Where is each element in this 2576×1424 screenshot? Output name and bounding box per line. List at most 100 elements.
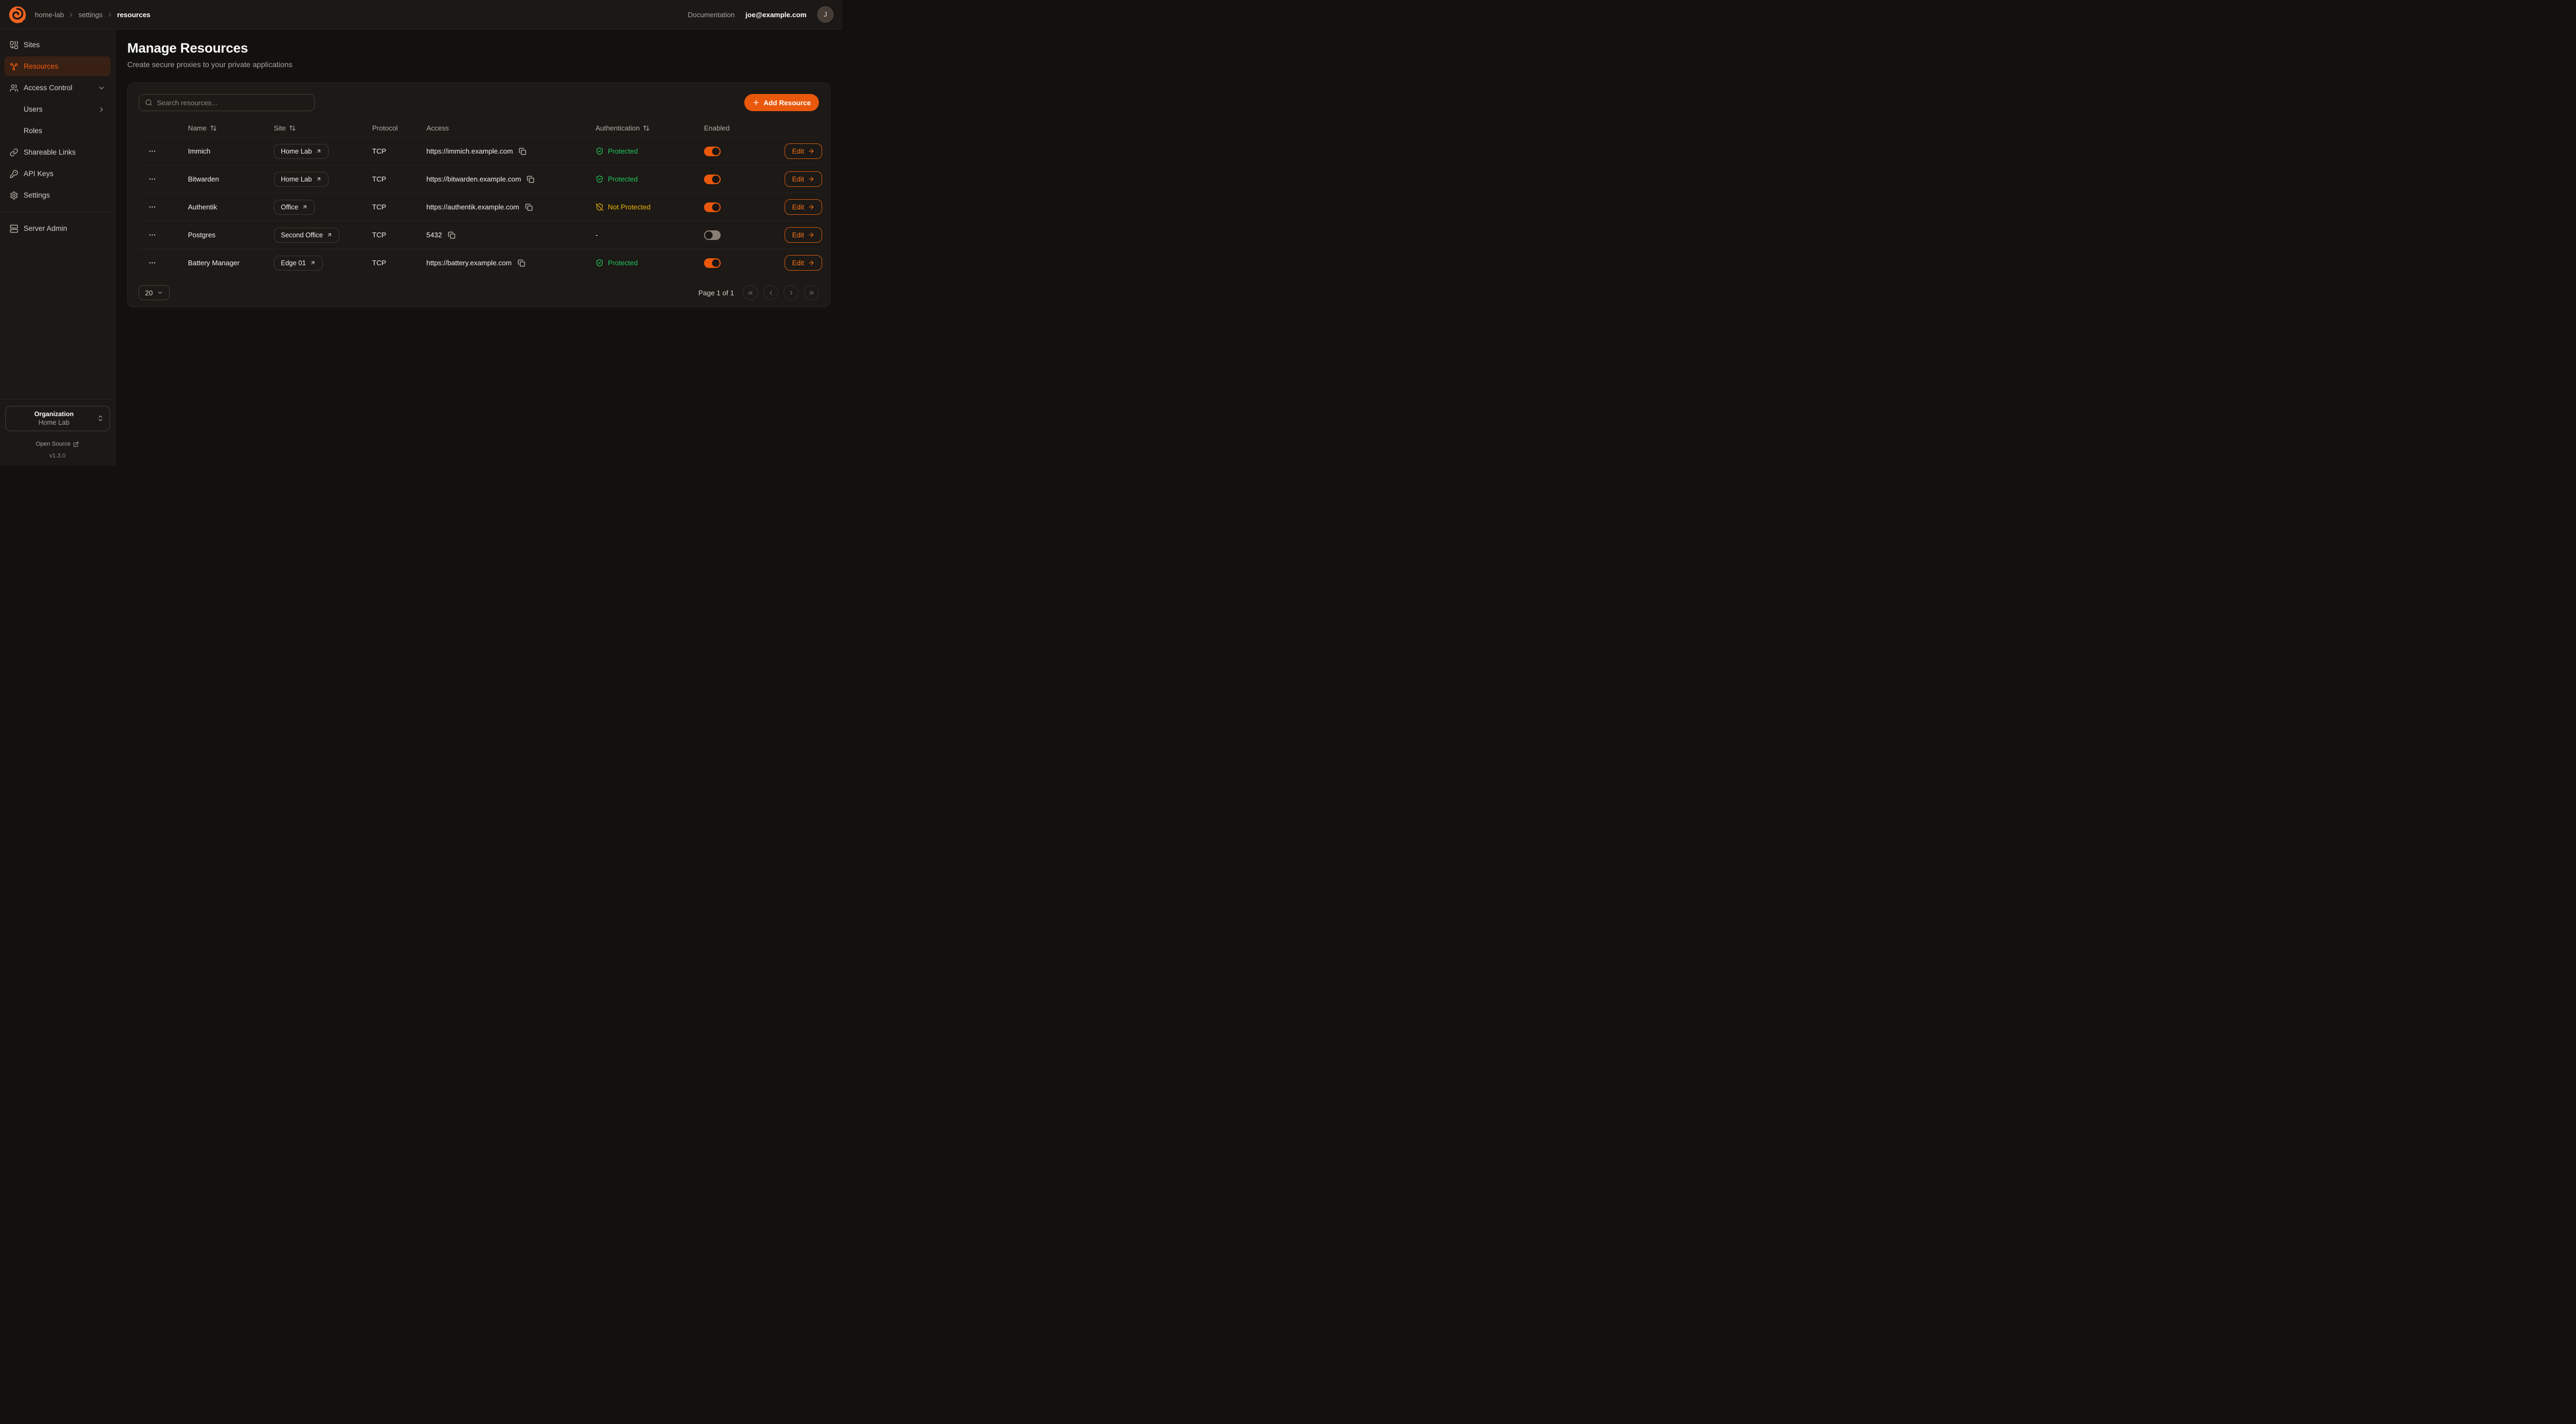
row-menu-button[interactable] — [145, 145, 163, 157]
sites-icon — [10, 41, 18, 49]
site-link[interactable]: Home Lab — [274, 144, 329, 159]
resource-protocol: TCP — [372, 259, 426, 267]
page-title: Manage Resources — [127, 41, 830, 56]
page-size-select[interactable]: 20 — [139, 285, 170, 300]
column-header-access: Access — [426, 124, 596, 132]
auth-status: Protected — [596, 259, 704, 267]
auth-status: Protected — [596, 147, 704, 155]
copy-button[interactable] — [518, 147, 527, 156]
chevron-down-icon — [98, 84, 105, 92]
resource-protocol: TCP — [372, 175, 426, 183]
sidebar-item-roles[interactable]: Roles — [4, 121, 111, 141]
enabled-toggle[interactable] — [704, 147, 721, 156]
copy-button[interactable] — [517, 258, 526, 268]
chevrons-right-icon — [808, 289, 815, 296]
shield-check-icon — [596, 147, 604, 155]
documentation-link[interactable]: Documentation — [688, 11, 735, 19]
gear-icon — [10, 191, 18, 200]
table-row: ImmichHome LabTCPhttps://immich.example.… — [139, 137, 819, 165]
link-icon — [10, 148, 18, 157]
edit-button[interactable]: Edit — [785, 143, 822, 159]
resource-name: Immich — [188, 147, 274, 155]
search-input[interactable] — [157, 99, 308, 107]
auth-status: Protected — [596, 175, 704, 183]
breadcrumb-org[interactable]: home-lab — [35, 11, 64, 19]
arrow-right-icon — [808, 231, 815, 238]
table-row: BitwardenHome LabTCPhttps://bitwarden.ex… — [139, 165, 819, 193]
resource-access: 5432 — [426, 231, 442, 239]
edit-button[interactable]: Edit — [785, 171, 822, 187]
organization-value: Home Lab — [11, 418, 97, 427]
sidebar-item-shareable-links[interactable]: Shareable Links — [4, 142, 111, 162]
key-icon — [10, 170, 18, 178]
shield-check-icon — [596, 259, 604, 267]
resource-access: https://battery.example.com — [426, 259, 512, 267]
arrow-right-icon — [808, 204, 815, 210]
table-row: Battery ManagerEdge 01TCPhttps://battery… — [139, 249, 819, 277]
sidebar-item-users[interactable]: Users — [4, 99, 111, 119]
sidebar-item-sites[interactable]: Sites — [4, 35, 111, 55]
first-page-button[interactable] — [743, 285, 758, 300]
organization-label: Organization — [11, 410, 97, 418]
copy-button[interactable] — [447, 230, 456, 240]
chevron-down-icon — [157, 289, 163, 296]
table-row: PostgresSecond OfficeTCP5432-Edit — [139, 221, 819, 249]
enabled-toggle[interactable] — [704, 230, 721, 240]
sidebar-item-resources[interactable]: Resources — [4, 56, 111, 76]
resource-name: Authentik — [188, 203, 274, 211]
site-link[interactable]: Second Office — [274, 228, 339, 243]
breadcrumb-section[interactable]: settings — [78, 11, 103, 19]
avatar[interactable]: J — [817, 6, 833, 23]
user-email[interactable]: joe@example.com — [745, 11, 807, 19]
prev-page-button[interactable] — [763, 285, 778, 300]
row-menu-button[interactable] — [145, 201, 163, 213]
table-row: AuthentikOfficeTCPhttps://authentik.exam… — [139, 193, 819, 221]
table-body: ImmichHome LabTCPhttps://immich.example.… — [139, 137, 819, 277]
resource-name: Bitwarden — [188, 175, 274, 183]
sidebar-item-access-control[interactable]: Access Control — [4, 78, 111, 98]
plus-icon — [752, 99, 760, 106]
open-source-link[interactable]: Open Source — [36, 441, 79, 447]
row-menu-button[interactable] — [145, 257, 163, 269]
resource-protocol: TCP — [372, 147, 426, 155]
sidebar-item-api-keys[interactable]: API Keys — [4, 164, 111, 184]
resource-name: Postgres — [188, 231, 274, 239]
site-link[interactable]: Home Lab — [274, 172, 329, 187]
arrow-up-right-icon — [326, 232, 332, 238]
arrow-right-icon — [808, 148, 815, 155]
ellipsis-icon — [148, 147, 156, 155]
chevron-right-icon — [68, 11, 75, 18]
next-page-button[interactable] — [783, 285, 799, 300]
column-header-site[interactable]: Site — [274, 124, 372, 132]
copy-button[interactable] — [526, 175, 535, 184]
organization-picker[interactable]: Organization Home Lab — [5, 406, 110, 431]
resource-protocol: TCP — [372, 203, 426, 211]
last-page-button[interactable] — [804, 285, 819, 300]
arrow-right-icon — [808, 259, 815, 266]
enabled-toggle[interactable] — [704, 202, 721, 212]
column-header-name[interactable]: Name — [188, 124, 274, 132]
edit-button[interactable]: Edit — [785, 227, 822, 243]
shield-off-icon — [596, 203, 604, 211]
edit-button[interactable]: Edit — [785, 199, 822, 215]
site-link[interactable]: Office — [274, 200, 315, 215]
copy-icon — [518, 259, 525, 267]
row-menu-button[interactable] — [145, 173, 163, 185]
site-link[interactable]: Edge 01 — [274, 256, 323, 271]
edit-button[interactable]: Edit — [785, 255, 822, 271]
chevron-right-icon — [106, 11, 113, 18]
users-icon — [10, 84, 18, 92]
copy-button[interactable] — [524, 202, 534, 212]
search-icon — [145, 99, 153, 106]
ellipsis-icon — [148, 231, 156, 239]
row-menu-button[interactable] — [145, 229, 163, 241]
sidebar-item-settings[interactable]: Settings — [4, 185, 111, 205]
enabled-toggle[interactable] — [704, 175, 721, 184]
page-subtitle: Create secure proxies to your private ap… — [127, 60, 830, 69]
add-resource-button[interactable]: Add Resource — [744, 94, 819, 111]
chevron-right-icon — [98, 106, 105, 113]
column-header-authentication[interactable]: Authentication — [596, 124, 704, 132]
enabled-toggle[interactable] — [704, 258, 721, 268]
sidebar-item-server-admin[interactable]: Server Admin — [4, 219, 111, 238]
chevrons-up-down-icon — [97, 415, 104, 422]
